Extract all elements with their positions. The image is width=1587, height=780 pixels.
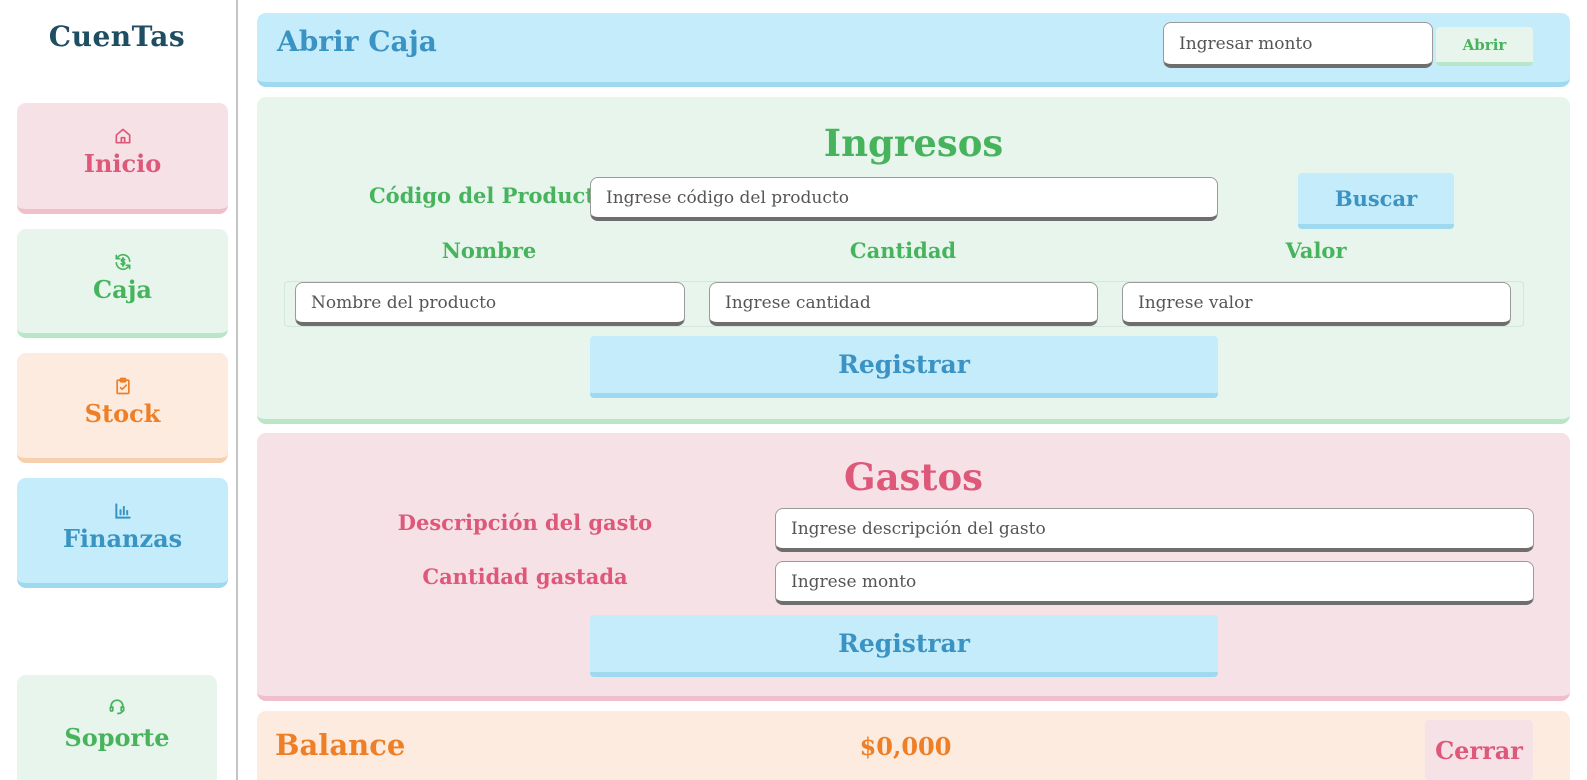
sidebar-item-label: Caja: [93, 275, 152, 304]
abrir-monto-input[interactable]: [1163, 22, 1433, 68]
gastos-panel: Gastos Descripción del gasto Cantidad ga…: [257, 433, 1570, 701]
gastos-title: Gastos: [843, 455, 983, 499]
sidebar-item-label: Finanzas: [62, 524, 183, 553]
valor-input[interactable]: [1122, 282, 1511, 326]
sidebar-item-inicio[interactable]: Inicio: [17, 103, 228, 214]
sidebar-item-label: Soporte: [64, 723, 170, 752]
ingresos-title: Ingresos: [823, 121, 1004, 165]
cantidad-column-label: Cantidad: [849, 238, 957, 263]
codigo-producto-label: Código del Producto: [368, 183, 609, 208]
sidebar-item-finanzas[interactable]: Finanzas: [17, 478, 228, 588]
monto-gasto-input[interactable]: [775, 561, 1534, 605]
sidebar: CuenTas Inicio Caja Stock Finanzas Sopor…: [0, 0, 238, 780]
balance-panel: Balance $0,000 Cerrar: [257, 711, 1570, 780]
abrir-button[interactable]: Abrir: [1436, 27, 1533, 66]
nombre-column-label: Nombre: [441, 238, 537, 263]
descripcion-gasto-label: Descripción del gasto: [397, 510, 653, 535]
registrar-gasto-button[interactable]: Registrar: [590, 615, 1218, 677]
registrar-ingreso-button[interactable]: Registrar: [590, 336, 1218, 398]
nombre-producto-input[interactable]: [295, 282, 685, 326]
balance-title: Balance: [275, 728, 406, 762]
buscar-button[interactable]: Buscar: [1298, 173, 1454, 229]
ingresos-panel: Ingresos Código del Producto Buscar Nomb…: [257, 97, 1570, 424]
bar-chart-icon: [17, 498, 228, 520]
cerrar-button[interactable]: Cerrar: [1425, 720, 1533, 780]
cash-exchange-icon: [17, 249, 228, 271]
clipboard-check-icon: [17, 373, 228, 395]
abrir-caja-title: Abrir Caja: [277, 25, 437, 58]
sidebar-item-label: Stock: [84, 399, 161, 428]
headset-icon: [17, 693, 217, 715]
abrir-caja-panel: Abrir Caja Abrir: [257, 13, 1570, 87]
cantidad-gastada-label: Cantidad gastada: [422, 564, 628, 589]
app-logo: CuenTas: [48, 20, 186, 53]
balance-amount: $0,000: [859, 732, 952, 761]
sidebar-item-soporte[interactable]: Soporte: [17, 675, 217, 780]
home-icon: [17, 123, 228, 145]
sidebar-item-caja[interactable]: Caja: [17, 229, 228, 338]
valor-column-label: Valor: [1285, 238, 1347, 263]
descripcion-gasto-input[interactable]: [775, 508, 1534, 552]
sidebar-item-stock[interactable]: Stock: [17, 353, 228, 463]
sidebar-item-label: Inicio: [83, 149, 162, 178]
codigo-producto-input[interactable]: [590, 177, 1218, 221]
cantidad-input[interactable]: [709, 282, 1098, 326]
